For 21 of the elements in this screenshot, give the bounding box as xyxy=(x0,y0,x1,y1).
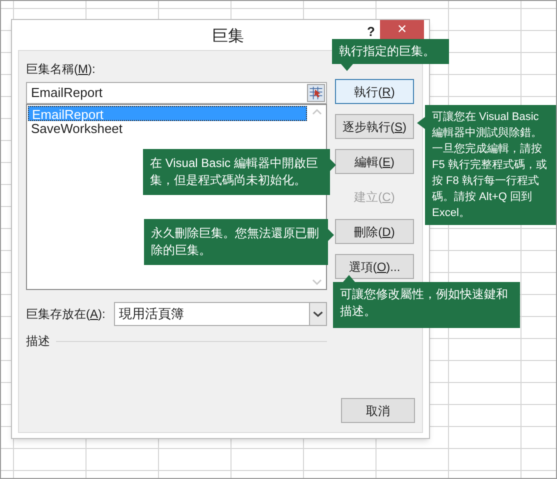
tooltip: 可讓您修改屬性，例如快速鍵和描述。 xyxy=(333,282,520,328)
tooltip: 執行指定的巨集。 xyxy=(332,39,449,64)
section-label: 描述 xyxy=(26,333,50,350)
dialog-button[interactable]: 執行(R) xyxy=(335,79,414,104)
tooltip: 可讓您在 Visual Basic 編輯器中測試與除錯。一旦您完成編輯，請按 F5 執行完整程式碼，或按 F8 執行每一行程式碼。請按 Alt+Q 回到 Excel。 xyxy=(425,105,556,225)
tooltip: 在 Visual Basic 編輯器中開啟巨集，但是程式碼尚未初始化。 xyxy=(143,149,330,195)
range-picker-icon[interactable] xyxy=(307,84,325,102)
field-label: 巨集存放在(A): xyxy=(26,306,106,323)
dialog-button[interactable]: 刪除(D) xyxy=(335,219,414,244)
macro-list-item[interactable]: SaveWorksheet xyxy=(28,121,307,136)
field-label: 巨集名稱(M): xyxy=(26,61,96,78)
dialog-button[interactable]: 選項(O)... xyxy=(335,254,414,279)
tooltip: 永久刪除巨集。您無法還原已刪除的巨集。 xyxy=(144,219,328,265)
dialog-button[interactable]: 編輯(E) xyxy=(335,149,414,174)
cancel-button[interactable]: 取消 xyxy=(341,398,415,423)
dialog-button[interactable]: 逐步執行(S) xyxy=(335,114,414,139)
macro-name-field[interactable]: EmailReport xyxy=(26,82,327,104)
location-dropdown[interactable]: 現用活頁簿 xyxy=(114,302,327,326)
help-button[interactable]: ? xyxy=(362,22,380,42)
close-button[interactable]: × xyxy=(380,20,424,40)
window-title: 巨集 xyxy=(212,27,244,47)
